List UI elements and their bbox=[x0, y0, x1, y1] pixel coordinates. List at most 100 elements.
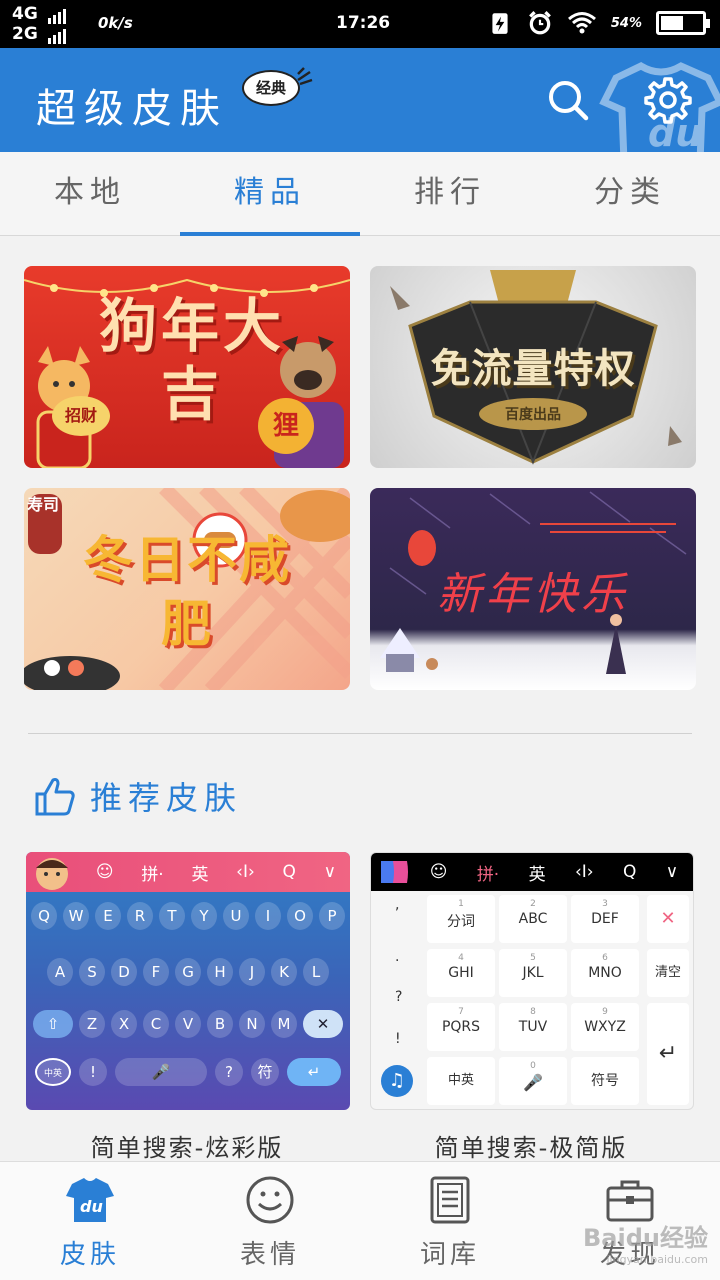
tab-category[interactable]: 分类 bbox=[540, 152, 720, 235]
kb-key: C bbox=[143, 1010, 169, 1038]
emoji-icon: ☺ bbox=[95, 862, 114, 882]
kb-keypad: , . ? ! 1 分词 2 ABC 3 DEF 4 GHI 5 JKL 6 MNO 7 PQ… bbox=[371, 891, 693, 1109]
banner-free-data[interactable]: 免流量特权 百度出品 bbox=[370, 266, 696, 468]
emoji-icon: ☺ bbox=[429, 862, 448, 882]
nav-skins[interactable]: du 皮肤 bbox=[0, 1162, 180, 1280]
kb-key: Z bbox=[79, 1010, 105, 1038]
bottom-nav: du 皮肤 表情 词库 发现 Baidu经验 jingyan.baidu.com bbox=[0, 1161, 720, 1280]
banner-title: 免流量特权 bbox=[430, 346, 636, 392]
logo-icon bbox=[381, 861, 408, 883]
network-speed: 0k/s bbox=[98, 14, 133, 32]
section-divider bbox=[28, 733, 692, 734]
nav-label: 词库 bbox=[419, 1240, 480, 1270]
alarm-icon bbox=[528, 11, 551, 35]
lang-switch-key: 中英 bbox=[35, 1058, 71, 1086]
search-icon[interactable] bbox=[546, 78, 590, 122]
watermark-text: Baidu经验 bbox=[583, 1224, 708, 1252]
banner-title: 冬日不咸肥 bbox=[83, 531, 291, 653]
punct-key: . bbox=[395, 949, 400, 965]
kb-key: N bbox=[239, 1010, 265, 1038]
t9-key: 1 分词 bbox=[427, 895, 495, 943]
status-bar: 4G 2G 0k/s 17:26 54% bbox=[0, 0, 720, 48]
collapse-icon: ∨ bbox=[665, 862, 679, 882]
signal-icon bbox=[47, 24, 68, 44]
skin-caption-colorful: 简单搜索-炫彩版 bbox=[90, 1134, 284, 1162]
kb-row-1: Q W E R T Y U I O P bbox=[26, 902, 350, 930]
kb-key: L bbox=[303, 958, 329, 986]
tab-ranking[interactable]: 排行 bbox=[360, 152, 540, 235]
kb-row-2: A S D F G H J K L bbox=[26, 958, 350, 986]
lang-switch-key: 中英 bbox=[427, 1057, 495, 1105]
badge-sparkle-icon bbox=[297, 67, 313, 86]
thumbs-up-icon bbox=[35, 778, 75, 816]
settings-icon[interactable] bbox=[644, 76, 692, 124]
kb-key: B bbox=[207, 1010, 233, 1038]
space-key: 🎤 bbox=[115, 1058, 207, 1086]
network-indicator: 4G 2G bbox=[12, 4, 68, 44]
enter-key: ↵ bbox=[287, 1058, 341, 1086]
clock: 17:26 bbox=[336, 13, 391, 33]
delete-key: ✕ bbox=[647, 895, 689, 943]
kb-row-bottom: 中英 ! 🎤 ? 符 ↵ bbox=[26, 1058, 350, 1086]
kb-key: R bbox=[127, 902, 153, 930]
recommended-title: 推荐皮肤 bbox=[90, 779, 243, 817]
wifi-icon bbox=[567, 12, 596, 34]
smiley-icon bbox=[246, 1176, 294, 1224]
watermark-sub: jingyan.baidu.com bbox=[606, 1253, 708, 1266]
kb-key: M bbox=[271, 1010, 297, 1038]
t9-key: 2 ABC bbox=[499, 895, 567, 943]
kb-key: A bbox=[47, 958, 73, 986]
t9-key: 5 JKL bbox=[499, 949, 567, 997]
kb-key: H bbox=[207, 958, 233, 986]
battery-percent: 54% bbox=[610, 15, 642, 31]
avatar-icon bbox=[36, 858, 68, 890]
t9-key: 4 GHI bbox=[427, 949, 495, 997]
kb-key: Y bbox=[191, 902, 217, 930]
kb-key: S bbox=[79, 958, 105, 986]
kb-key: Q bbox=[31, 902, 57, 930]
skin-caption-minimal: 简单搜索-极简版 bbox=[434, 1134, 628, 1162]
search-icon: Q bbox=[623, 862, 637, 882]
kb-row-3: ⇧ Z X C V B N M ✕ bbox=[26, 1010, 350, 1038]
coin-text-2: 狸 bbox=[258, 398, 314, 454]
kb-key: I bbox=[255, 902, 281, 930]
kb-key: T bbox=[159, 902, 185, 930]
nav-label: 皮肤 bbox=[59, 1240, 120, 1270]
t9-key: 8 TUV bbox=[499, 1003, 567, 1051]
collapse-icon: ∨ bbox=[323, 862, 337, 882]
t9-key: 6 MNO bbox=[571, 949, 639, 997]
music-icon: ♫ bbox=[381, 1065, 413, 1097]
delete-key: ✕ bbox=[303, 1010, 343, 1038]
banner-winter-food[interactable]: 寿司 冬日不咸肥 bbox=[24, 488, 350, 690]
tab-local[interactable]: 本地 bbox=[0, 152, 180, 235]
nav-dictionary[interactable]: 词库 bbox=[360, 1162, 540, 1280]
battery-icon bbox=[656, 11, 710, 35]
kb-key: O bbox=[287, 902, 313, 930]
nav-emoji[interactable]: 表情 bbox=[180, 1162, 360, 1280]
kb-key: X bbox=[111, 1010, 137, 1038]
kb-key: U bbox=[223, 902, 249, 930]
kb-key: W bbox=[63, 902, 89, 930]
kb-key: ! bbox=[79, 1058, 107, 1086]
skin-preview-colorful[interactable]: ☺ 拼· 英 ‹I› Q ∨ Q W E R T Y U I O P A S D… bbox=[26, 852, 350, 1110]
clear-key: 清空 bbox=[647, 949, 689, 997]
banner-new-year[interactable]: 新年快乐 bbox=[370, 488, 696, 690]
nav-label: 表情 bbox=[239, 1240, 300, 1270]
tab-featured[interactable]: 精品 bbox=[180, 152, 360, 236]
kb-key: G bbox=[175, 958, 201, 986]
banner-dog-year[interactable]: 狗年大吉 招财 狸 bbox=[24, 266, 350, 468]
kb-toolbar: ☺ 拼· 英 ‹I› Q ∨ bbox=[371, 853, 693, 891]
coin-text-1: 招财 bbox=[52, 396, 110, 436]
app-header: du 超级皮肤 经典 bbox=[0, 48, 720, 152]
enter-key: ↵ bbox=[647, 1003, 689, 1105]
skin-preview-minimal[interactable]: ☺ 拼· 英 ‹I› Q ∨ , . ? ! 1 分词 2 ABC 3 DEF 4 GH… bbox=[370, 852, 694, 1110]
tab-bar: 本地 精品 排行 分类 bbox=[0, 152, 720, 236]
dictionary-icon bbox=[430, 1176, 470, 1224]
symbol-key: 符号 bbox=[571, 1057, 639, 1105]
cursor-icon: ‹I› bbox=[236, 862, 255, 882]
symbol-key: 符 bbox=[251, 1058, 279, 1086]
kb-key: F bbox=[143, 958, 169, 986]
kb-key: V bbox=[175, 1010, 201, 1038]
search-icon: Q bbox=[282, 862, 296, 882]
t9-key: 3 DEF bbox=[571, 895, 639, 943]
